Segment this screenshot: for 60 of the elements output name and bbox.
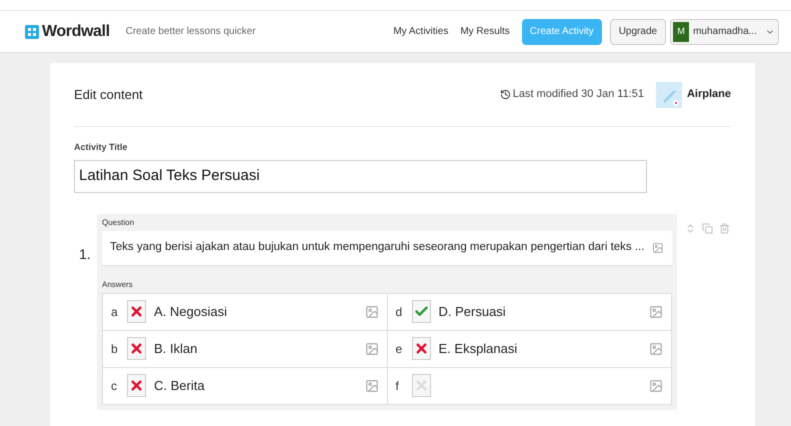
answer-field[interactable]: e E. Eksplanasi [388,330,671,366]
upgrade-button[interactable]: Upgrade [610,18,666,44]
check-icon [414,304,428,319]
image-icon[interactable] [649,304,663,318]
history-icon[interactable] [500,89,511,100]
incorrect-toggle[interactable] [127,300,146,323]
answer-letter: d [396,304,404,320]
theme-thumbnail[interactable] [656,82,682,108]
answer-letter: c [111,378,118,394]
last-modified: Last modified 30 Jan 11:51 [512,87,644,102]
activity-title-field[interactable]: Latihan Soal Teks Persuasi [74,160,647,192]
user-name: muhamadha... [693,25,757,39]
answer-text: B. Iklan [154,340,198,358]
answer-text: E. Eksplanasi [438,340,518,358]
cross-icon [129,341,144,356]
image-icon[interactable] [649,378,663,392]
cross-icon [414,341,428,356]
field-label: Activity Title [74,141,128,154]
image-icon[interactable] [649,342,663,356]
logo-icon [25,24,39,38]
reorder-icon[interactable] [685,222,696,234]
trash-icon[interactable] [719,222,730,234]
image-icon[interactable] [364,342,378,356]
cross-icon [129,304,144,319]
answer-letter: e [396,340,404,358]
cross-icon [414,378,428,393]
image-icon[interactable] [364,304,378,318]
answer-field[interactable]: d D. Persuasi [388,294,671,330]
question-field[interactable]: Teks yang berisi ajakan atau bujukan untuk mempengaruhi seseorang merupakan pengertian dari teks ... [102,230,672,266]
tagline: Create better lessons quicker [126,25,256,39]
page-title: Edit content [74,86,143,104]
logo-text[interactable]: Wordwall [42,20,110,44]
question-text: Teks yang berisi ajakan atau bujukan untuk mempengaruhi seseorang merupakan pengertian dari teks ... [110,240,644,255]
incorrect-toggle[interactable] [412,337,430,360]
answer-text: C. Berita [154,376,206,395]
image-icon[interactable] [652,240,664,254]
answer-field[interactable]: f [388,368,671,404]
cross-icon [129,378,144,393]
incorrect-toggle[interactable] [127,374,146,397]
answer-field[interactable]: b B. Iklan [103,330,386,366]
answer-text: A. Negosiasi [154,302,228,321]
answer-field[interactable]: c C. Berita [103,368,386,404]
field-label: Answers [102,278,134,290]
empty-toggle[interactable] [412,374,430,397]
field-label: Question [102,216,136,228]
answer-letter: a [111,304,119,320]
answer-letter: b [111,340,119,358]
answer-letter: f [396,378,400,394]
image-icon[interactable] [364,378,378,392]
user-menu[interactable]: M muhamadha... [670,18,779,44]
answer-field[interactable]: a A. Negosiasi [103,294,386,330]
theme-name[interactable]: Airplane [686,86,731,103]
incorrect-toggle[interactable] [127,337,146,360]
avatar: M [673,22,690,42]
copy-icon[interactable] [702,222,713,234]
question-number: 1. [79,244,92,264]
nav-link[interactable]: My Activities [393,24,448,39]
answer-text: D. Persuasi [438,302,507,321]
nav-link[interactable]: My Results [460,24,510,39]
correct-toggle[interactable] [412,300,430,323]
